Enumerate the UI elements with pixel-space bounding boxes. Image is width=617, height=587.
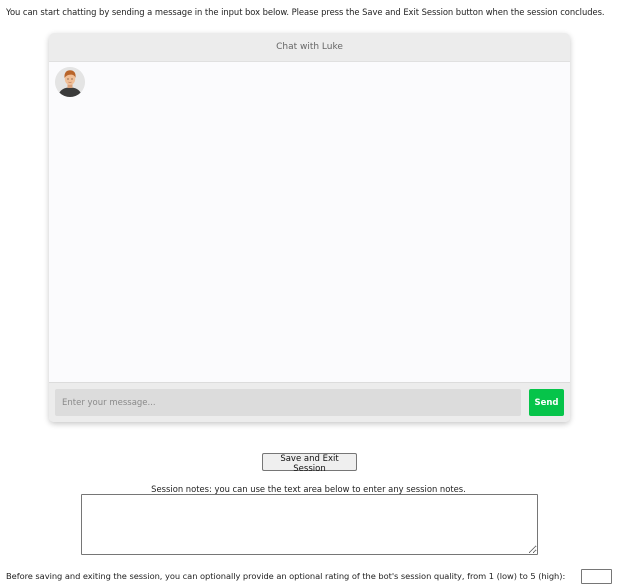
rating-input[interactable] — [581, 569, 612, 584]
chat-header-title: Chat with Luke — [49, 33, 570, 62]
chat-input-bar: Send — [49, 382, 570, 422]
session-notes-textarea[interactable] — [81, 494, 538, 555]
chat-window: Chat with Luke Enter your message... Sen… — [49, 33, 570, 422]
send-button[interactable]: Send — [529, 389, 564, 416]
chat-message-area[interactable] — [49, 62, 570, 383]
user-avatar-icon — [55, 67, 85, 97]
save-and-exit-button[interactable]: Save and Exit Session — [262, 453, 357, 474]
rating-row: Before saving and exiting the session, y… — [6, 569, 617, 584]
instructions-text: You can start chatting by sending a mess… — [6, 7, 605, 17]
rating-label: Before saving and exiting the session, y… — [6, 571, 566, 581]
chat-session-page: You can start chatting by sending a mess… — [0, 0, 617, 587]
message-input[interactable] — [55, 389, 521, 416]
